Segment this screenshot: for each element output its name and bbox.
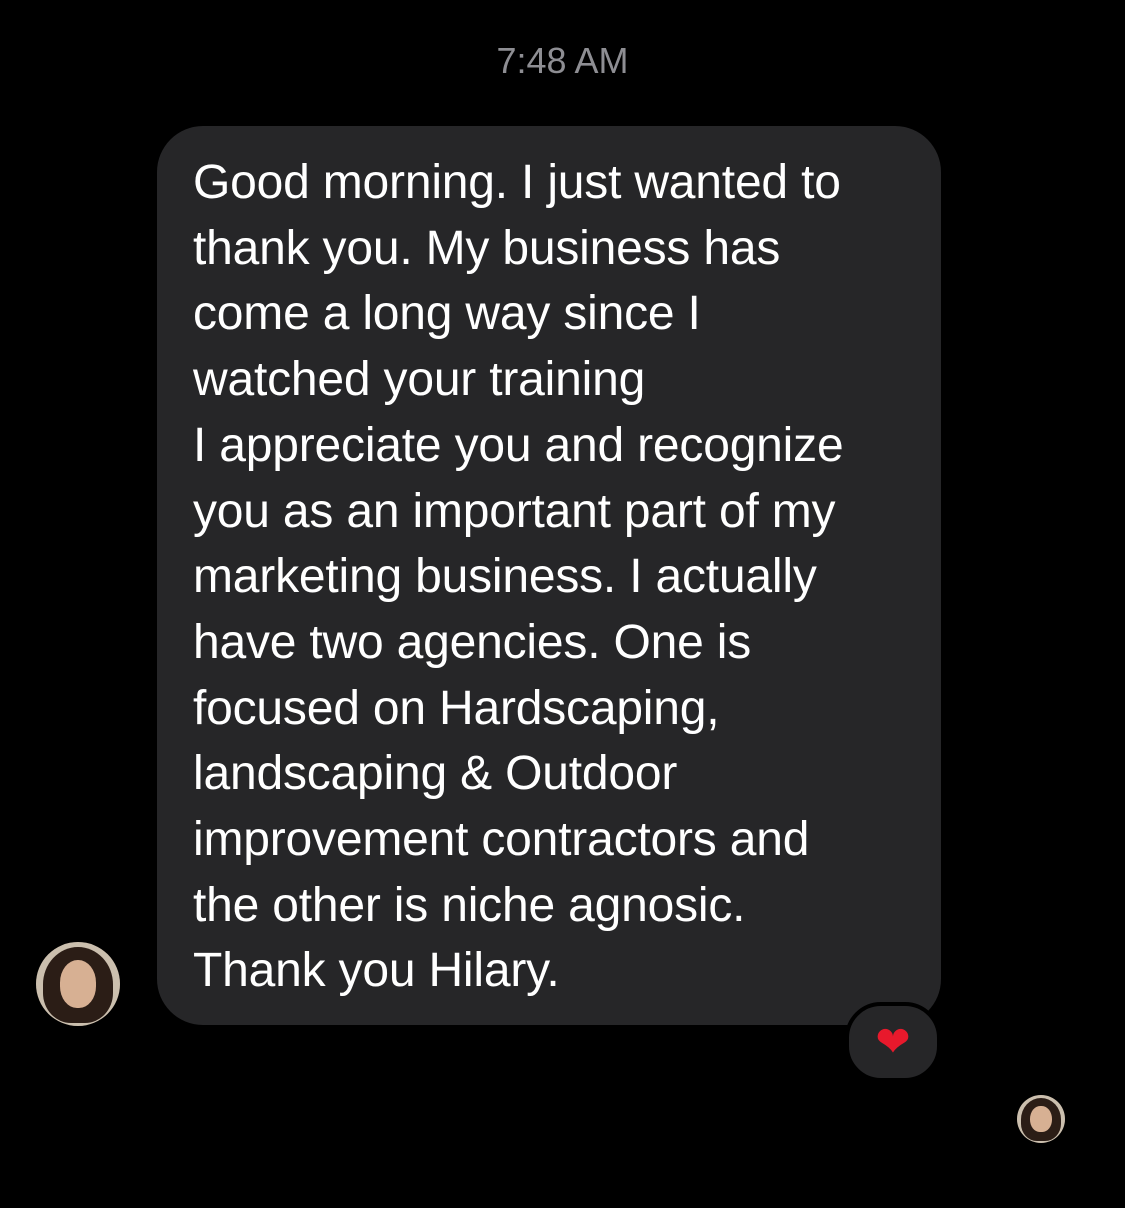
read-receipt-avatar	[1017, 1095, 1065, 1143]
message-text: Good morning. I just wanted to thank you…	[193, 156, 844, 998]
incoming-message-row: Good morning. I just wanted to thank you…	[0, 0, 1125, 1208]
reaction-badge[interactable]: ❤	[845, 1002, 941, 1082]
avatar-face	[1030, 1105, 1052, 1133]
avatar-face	[59, 960, 97, 1008]
message-bubble[interactable]: Good morning. I just wanted to thank you…	[157, 126, 941, 1025]
sender-avatar[interactable]	[36, 942, 120, 1026]
heart-icon: ❤	[875, 1017, 911, 1066]
